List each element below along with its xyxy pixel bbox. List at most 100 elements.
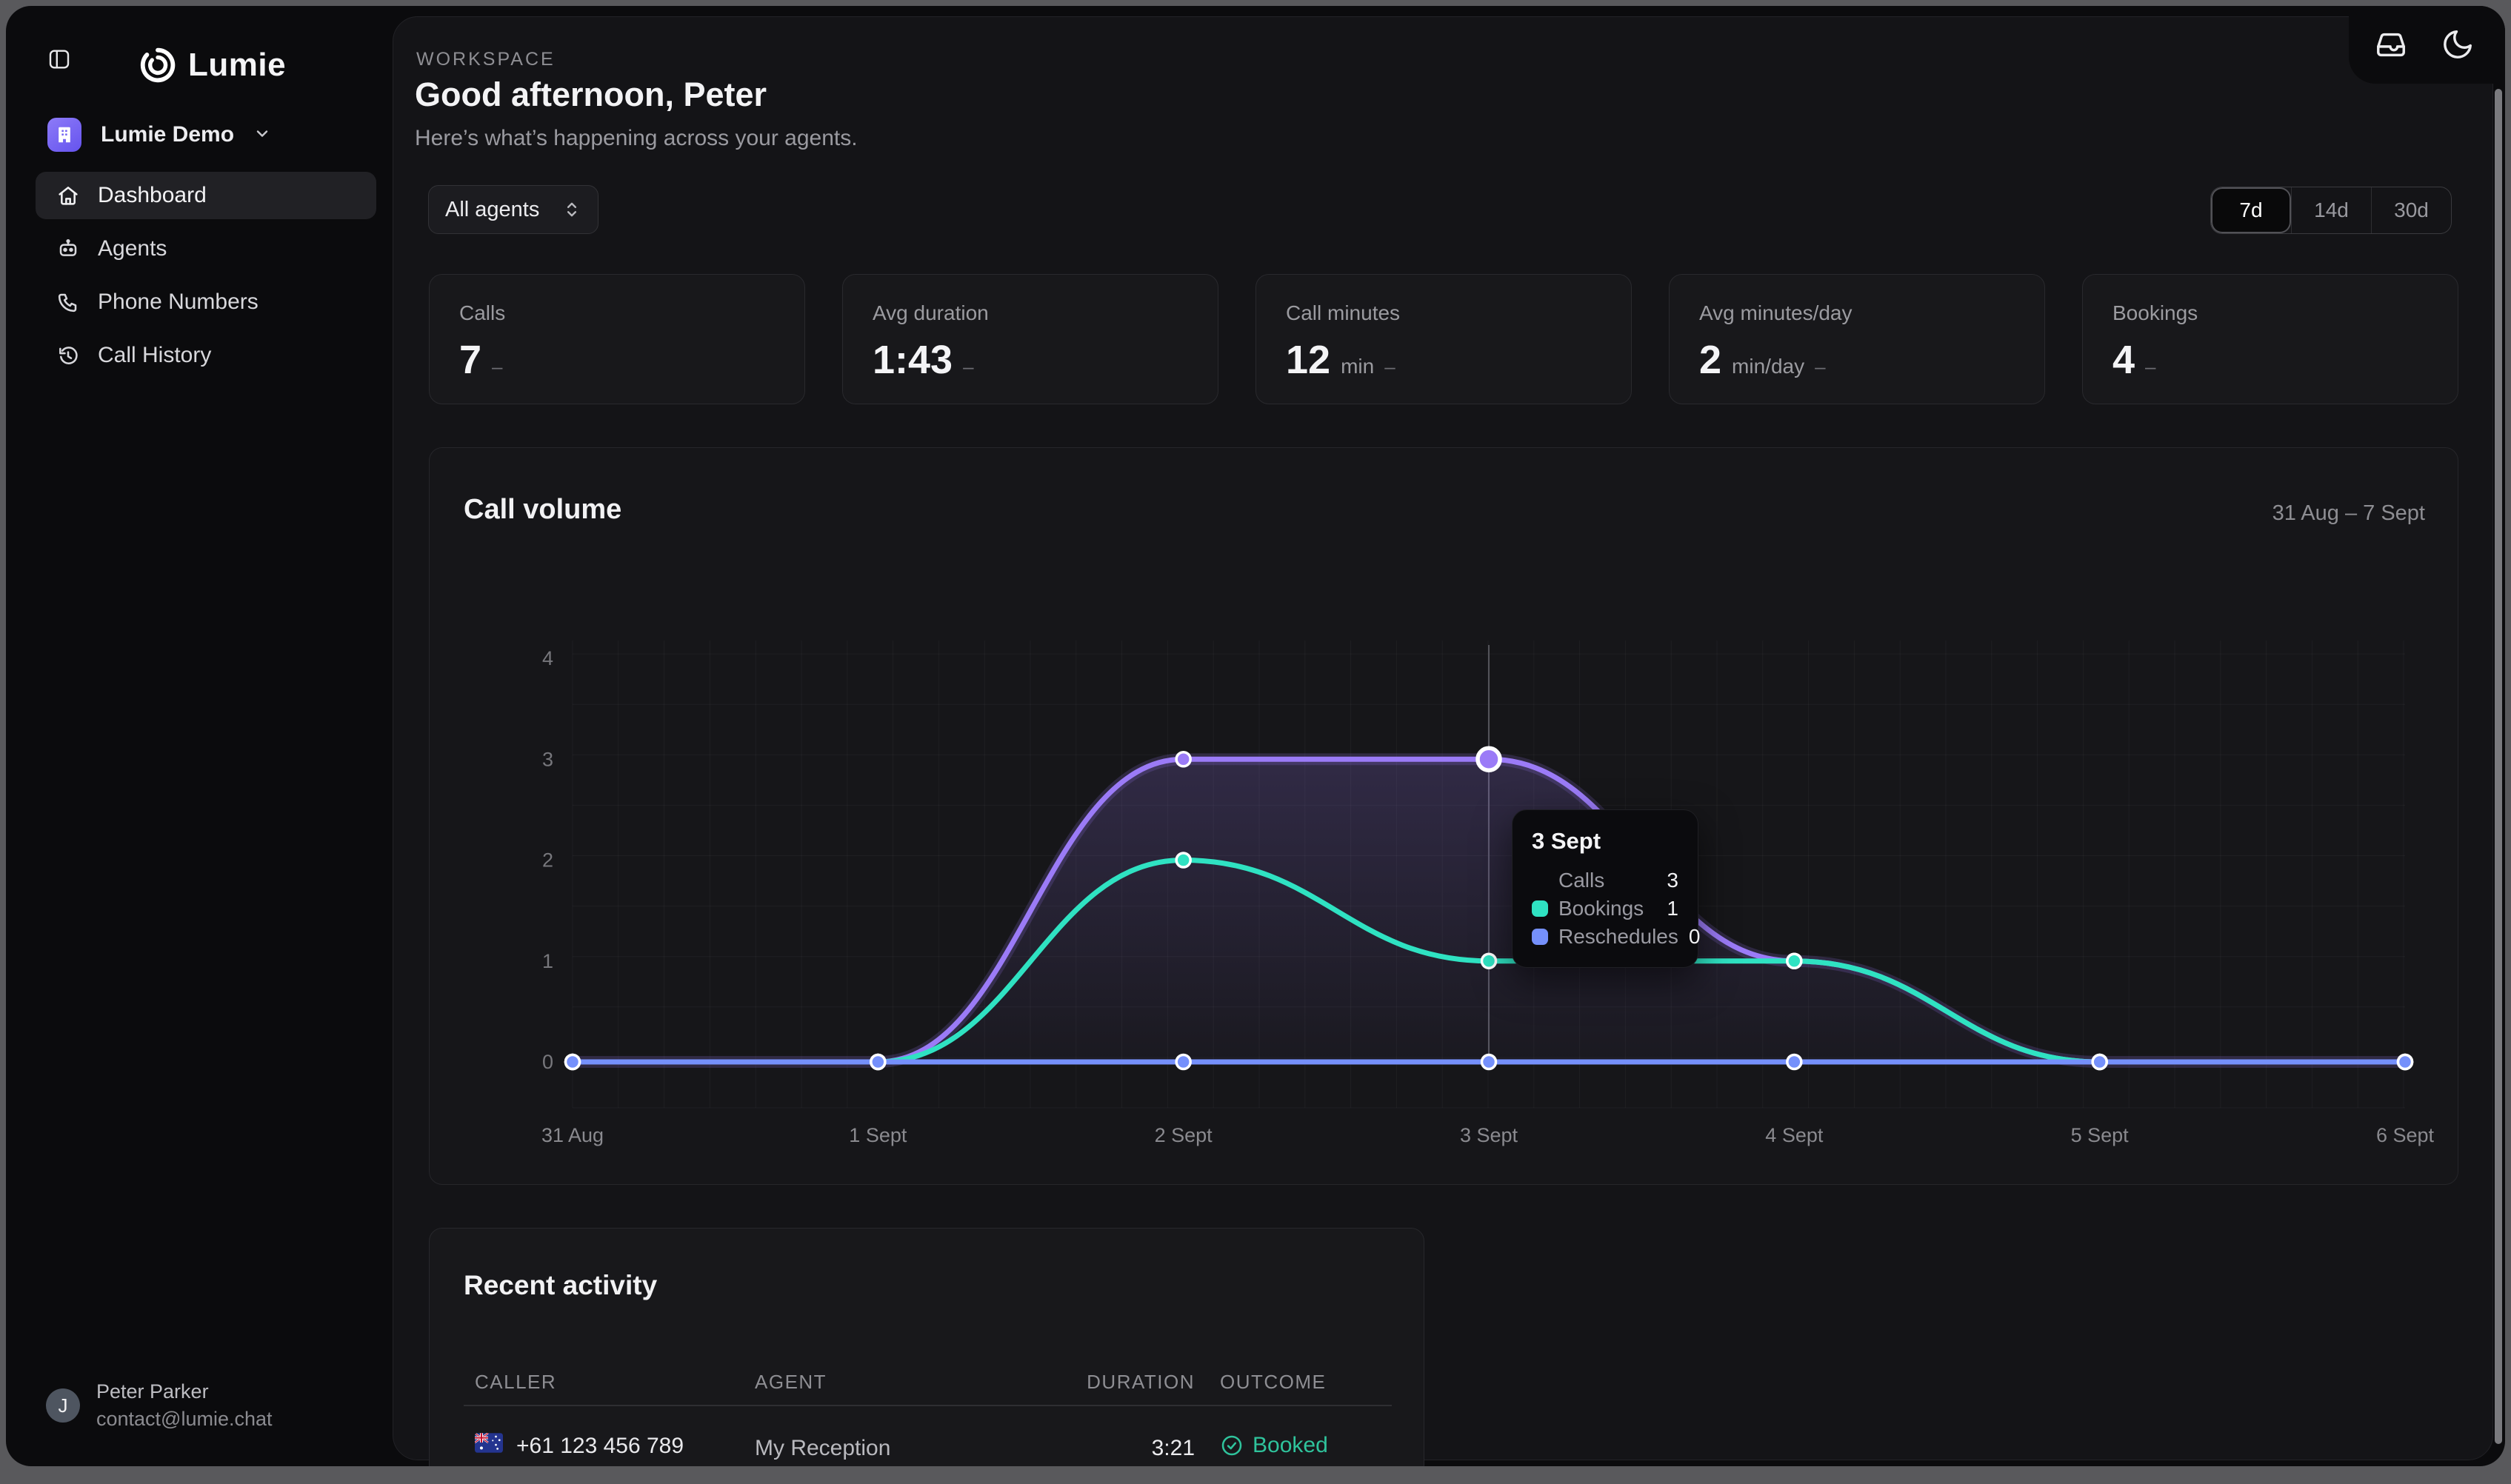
tooltip-row-bookings: Bookings 1 — [1532, 895, 1678, 923]
workspace-avatar — [47, 118, 81, 152]
stat-label: Bookings — [2112, 301, 2428, 325]
scrollbar[interactable] — [2495, 89, 2502, 1444]
stat-value: 12 — [1286, 337, 1330, 383]
stat-card-call-minutes: Call minutes 12 min– — [1256, 274, 1632, 404]
agent-filter-select[interactable]: All agents — [428, 185, 598, 234]
activity-row[interactable]: +61 123 456 789 My Reception 3:21 Booked — [430, 1415, 1424, 1466]
logo-wordmark: Lumie — [188, 47, 286, 84]
workspace-eyebrow: WORKSPACE — [416, 49, 556, 70]
stat-label: Call minutes — [1286, 301, 1601, 325]
range-button-14d[interactable]: 14d — [2291, 187, 2371, 233]
stat-trend: – — [963, 355, 973, 378]
check-circle-icon — [1220, 1434, 1244, 1457]
stat-unit: min — [1341, 355, 1374, 378]
stat-card-bookings: Bookings 4– — [2082, 274, 2458, 404]
svg-text:1 Sept: 1 Sept — [849, 1124, 907, 1146]
lumie-logo-icon — [139, 47, 176, 84]
moon-icon — [2441, 27, 2475, 61]
stat-trend: – — [1384, 355, 1395, 378]
panel-left-icon — [47, 47, 71, 75]
user-profile[interactable]: J Peter Parker contact@lumie.chat — [46, 1380, 273, 1431]
tooltip-series-value: 3 — [1667, 869, 1678, 892]
stat-card-calls: Calls 7– — [429, 274, 805, 404]
svg-text:6 Sept: 6 Sept — [2376, 1124, 2435, 1146]
sidebar-item-label: Phone Numbers — [98, 290, 259, 315]
user-name: Peter Parker — [96, 1380, 273, 1403]
stat-card-avg-minutes-day: Avg minutes/day2min/day– — [1669, 274, 2045, 404]
stat-unit: min/day — [1732, 355, 1804, 378]
recent-activity-card: Recent activity CALLER AGENT DURATION OU… — [429, 1228, 1424, 1466]
tooltip-series-value: 0 — [1689, 925, 1701, 949]
outcome-badge: Booked — [1253, 1433, 1328, 1458]
app-window: Lumie Lumie Demo Dashboard Agents Phone Nu… — [6, 6, 2505, 1466]
sidebar-item-phone-numbers[interactable]: Phone Numbers — [36, 278, 376, 326]
stat-value: 4 — [2112, 337, 2135, 383]
agent-cell: My Reception — [755, 1436, 890, 1461]
stat-label: Avg minutes/day — [1699, 301, 2015, 325]
stat-label: Calls — [459, 301, 775, 325]
recent-activity-title: Recent activity — [464, 1270, 657, 1301]
tooltip-series-label: Bookings — [1558, 897, 1656, 920]
call-volume-chart: 0123431 Aug1 Sept2 Sept3 Sept4 Sept5 Sep… — [430, 448, 2459, 1189]
table-header-divider — [464, 1405, 1392, 1406]
column-header-caller: CALLER — [475, 1371, 556, 1394]
logo: Lumie — [139, 43, 286, 87]
workspace-switcher[interactable]: Lumie Demo — [47, 117, 271, 153]
sidebar-item-label: Call History — [98, 343, 211, 368]
user-email: contact@lumie.chat — [96, 1408, 273, 1431]
inbox-button[interactable] — [2374, 27, 2408, 61]
sidebar-item-agents[interactable]: Agents — [36, 225, 376, 273]
series-chip — [1532, 929, 1548, 945]
svg-text:4 Sept: 4 Sept — [1765, 1124, 1824, 1146]
tooltip-series-label: Calls — [1558, 869, 1656, 892]
tooltip-row-reschedules: Reschedules0 — [1532, 923, 1678, 951]
date-range-segmented-control: 7d14d30d — [2210, 187, 2452, 234]
outcome-cell: Booked — [1220, 1433, 1328, 1458]
tooltip-series-label: Reschedules — [1558, 925, 1678, 949]
stat-value: 7 — [459, 337, 481, 383]
australia-flag-icon — [475, 1433, 503, 1459]
chevron-down-icon — [253, 124, 271, 146]
user-meta: Peter Parker contact@lumie.chat — [96, 1380, 273, 1431]
svg-text:2 Sept: 2 Sept — [1155, 1124, 1213, 1146]
svg-text:3 Sept: 3 Sept — [1460, 1124, 1518, 1146]
range-button-30d[interactable]: 30d — [2371, 187, 2451, 233]
stat-cards: Calls7–Avg duration1:43–Call minutes12mi… — [429, 274, 2464, 404]
svg-text:1: 1 — [542, 950, 553, 972]
page-subtitle: Here’s what’s happening across your agen… — [415, 126, 858, 151]
series-chip — [1532, 900, 1548, 917]
svg-text:0: 0 — [542, 1051, 553, 1073]
sidebar-nav: Dashboard Agents Phone Numbers Call History — [36, 172, 376, 379]
stat-card-avg-duration: Avg duration 1:43– — [842, 274, 1218, 404]
svg-text:31 Aug: 31 Aug — [541, 1124, 604, 1146]
stat-label: Avg duration — [873, 301, 1188, 325]
history-icon — [56, 344, 80, 367]
duration-cell: 3:21 — [1047, 1436, 1195, 1461]
call-volume-card: Call volume 31 Aug – 7 Sept 0123431 Aug1… — [429, 447, 2458, 1185]
theme-toggle-button[interactable] — [2441, 27, 2475, 61]
tooltip-series-value: 1 — [1667, 897, 1678, 920]
phone-icon — [56, 290, 80, 314]
sidebar-item-dashboard[interactable]: Dashboard — [36, 172, 376, 219]
building-icon — [55, 125, 74, 144]
agent-filter-value: All agents — [445, 198, 539, 222]
caller-cell: +61 123 456 789 — [475, 1433, 684, 1459]
stat-trend: – — [492, 355, 502, 378]
svg-text:3: 3 — [542, 748, 553, 770]
chart-tooltip: 3 Sept Calls3Bookings1Reschedules0 — [1512, 809, 1698, 968]
range-button-7d[interactable]: 7d — [2211, 187, 2291, 233]
sidebar-item-call-history[interactable]: Call History — [36, 332, 376, 379]
svg-text:2: 2 — [542, 849, 553, 872]
tooltip-date: 3 Sept — [1532, 828, 1678, 855]
stat-value: 1:43 — [873, 337, 953, 383]
sidebar-collapse-button[interactable] — [41, 43, 77, 78]
series-chip — [1532, 872, 1548, 889]
column-header-agent: AGENT — [755, 1371, 827, 1394]
home-icon — [56, 184, 80, 207]
avatar: J — [46, 1388, 80, 1423]
svg-text:5 Sept: 5 Sept — [2071, 1124, 2130, 1146]
topbar-notch — [2349, 6, 2505, 84]
sidebar-item-label: Dashboard — [98, 183, 207, 208]
caller-number: +61 123 456 789 — [516, 1434, 684, 1459]
stat-trend: – — [2145, 355, 2155, 378]
